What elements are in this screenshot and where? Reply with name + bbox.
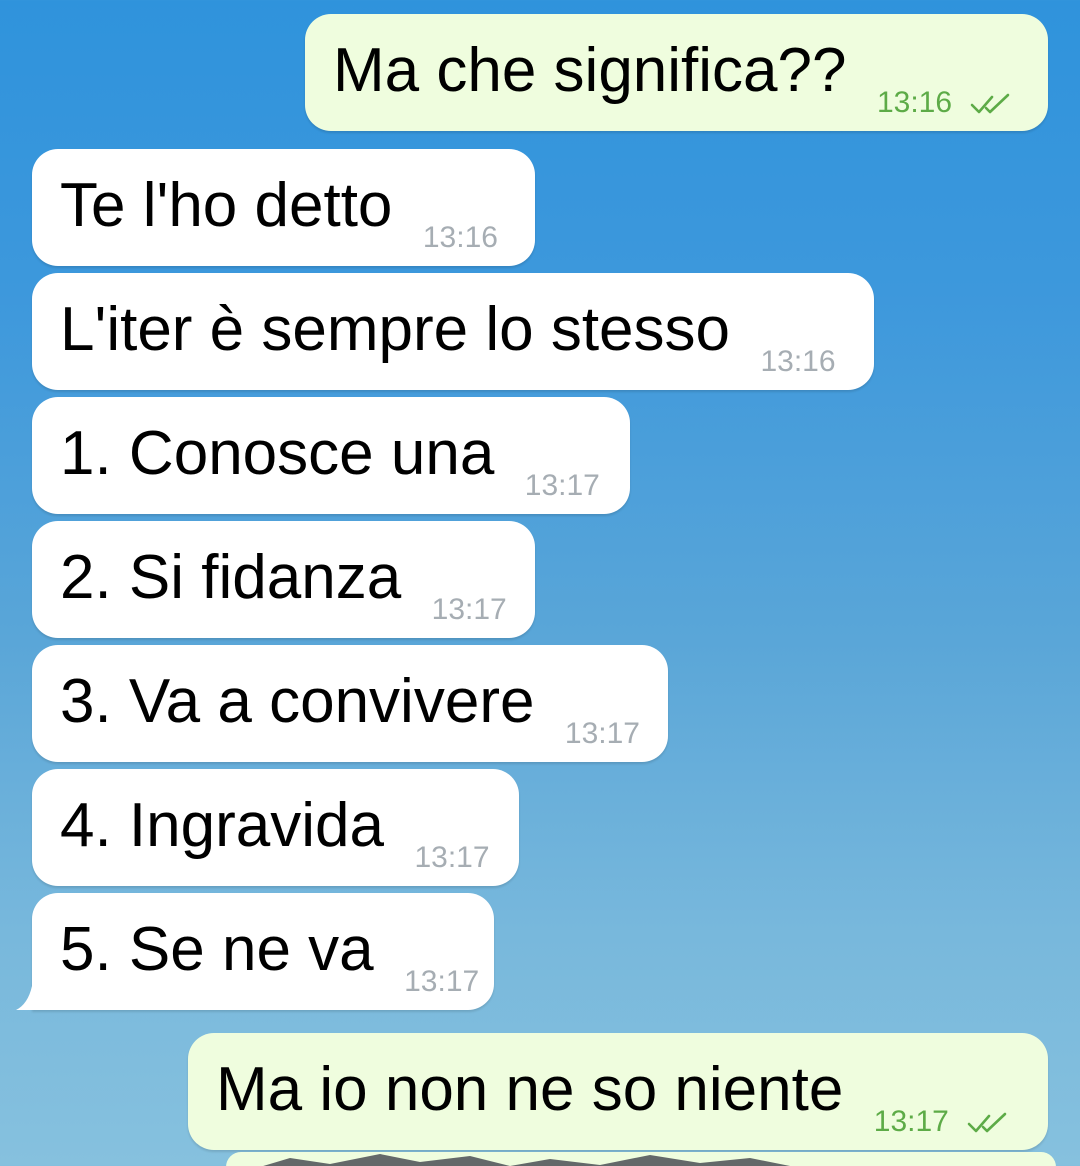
message-bubble-incoming[interactable]: 1. Conosce una 13:17 [32,397,630,514]
message-time: 13:16 [422,221,498,254]
message-bubble-incoming[interactable]: Te l'ho detto 13:16 [32,149,535,266]
message-bubble-outgoing[interactable]: Ma io non ne so niente 13:17 [188,1033,1048,1150]
message-bubble-incoming[interactable]: 2. Si fidanza 13:17 [32,521,535,638]
chat-area: Ma che significa?? 13:16 Te l'ho detto 1… [0,0,1080,1166]
message-time: 13:17 [524,469,600,502]
message-time: 13:17 [431,593,507,626]
message-time: 13:17 [564,717,640,750]
bubble-tail [16,986,42,1010]
message-text: L'iter è sempre lo stesso [60,295,731,364]
message-text: 4. Ingravida [60,791,384,860]
message-bubble-outgoing[interactable]: Ma che significa?? 13:16 [305,14,1048,131]
message-bubble-incoming[interactable]: 3. Va a convivere 13:17 [32,645,668,762]
message-bubble-incoming[interactable]: 5. Se ne va 13:17 [32,893,494,1010]
photo-preview-partial [263,1154,790,1166]
message-text: 3. Va a convivere [60,667,535,736]
message-time: 13:17 [873,1105,949,1138]
message-text: 2. Si fidanza [60,543,402,612]
message-text: 1. Conosce una [60,419,495,488]
message-text: Te l'ho detto [60,171,393,240]
message-text: 5. Se ne va [60,915,374,984]
message-text: Ma io non ne so niente [216,1055,844,1124]
message-bubble-incoming[interactable]: L'iter è sempre lo stesso 13:16 [32,273,874,390]
message-time: 13:16 [876,86,953,119]
message-meta: 13:16 [877,86,1014,120]
message-time: 13:16 [760,345,836,378]
message-bubble-incoming[interactable]: 4. Ingravida 13:17 [32,769,519,886]
double-check-icon [967,1112,1007,1133]
message-meta: 13:17 [874,1105,1011,1139]
message-time: 13:17 [404,965,480,998]
message-time: 13:17 [414,841,490,874]
double-check-icon [971,93,1010,114]
message-text: Ma che significa?? [333,36,847,105]
